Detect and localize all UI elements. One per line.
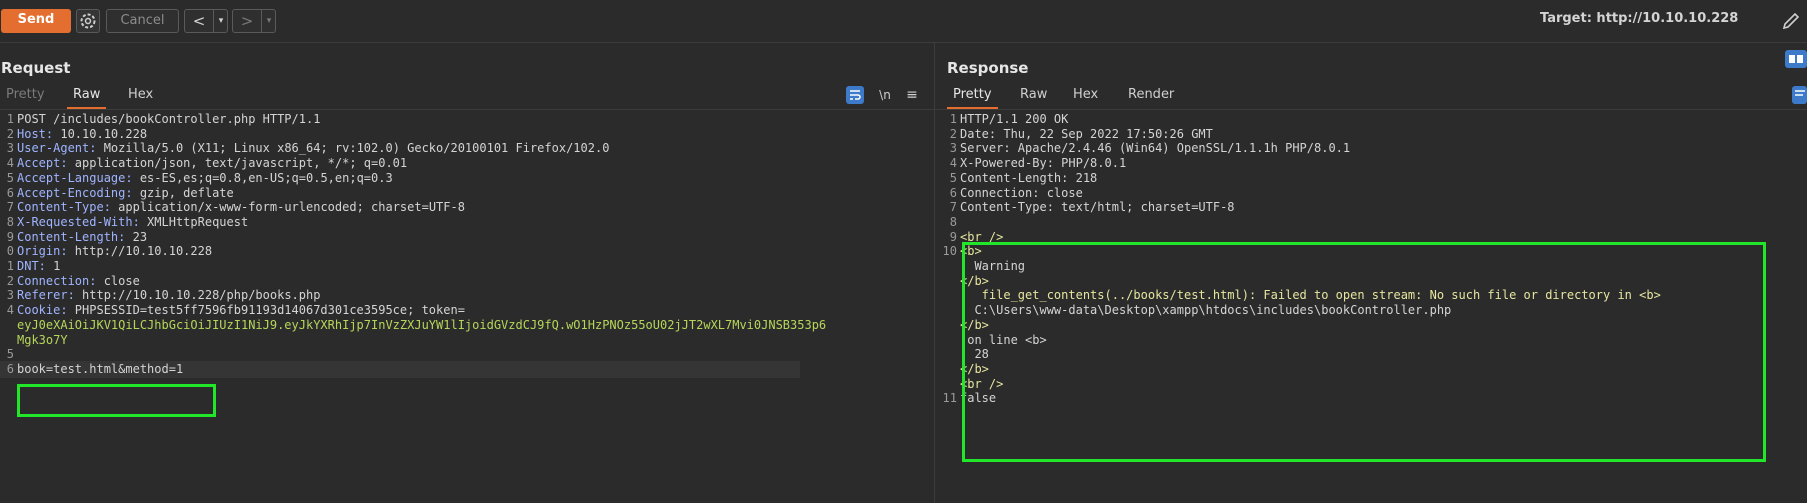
tab-hex[interactable]: Hex: [1067, 83, 1104, 107]
response-highlight-box: [962, 242, 1766, 462]
request-tabs: Pretty Raw Hex: [0, 83, 934, 110]
cancel-button[interactable]: Cancel: [106, 9, 179, 33]
request-title: Request: [1, 59, 71, 77]
back-history-dropdown[interactable]: ▾: [213, 10, 228, 32]
line-value: PHPSESSID=test5ff7596fb91193d14067d301ce…: [74, 303, 465, 318]
header-name: Host:: [17, 126, 61, 141]
back-nav-group: < ▾: [184, 9, 228, 33]
code-line: 6 book=test.html&method=1: [0, 360, 800, 378]
forward-history-dropdown[interactable]: ▾: [261, 10, 276, 32]
line-number: 11: [942, 391, 957, 406]
line-value: XMLHttpRequest: [147, 214, 249, 229]
layout-toggle-button[interactable]: [1785, 50, 1807, 68]
gear-icon: [80, 13, 96, 29]
header-name: User-Agent:: [17, 141, 104, 156]
header-name: Connection:: [17, 273, 104, 288]
header-name: Accept:: [17, 156, 75, 171]
line-value: http://10.10.10.228/php/books.php: [82, 288, 321, 303]
word-wrap-icon: [850, 90, 861, 100]
columns-icon: [1789, 55, 1803, 63]
toolbar: Send Cancel < ▾ > ▾ Target: http://10.10…: [0, 0, 1807, 43]
edit-target-button[interactable]: [1780, 10, 1802, 32]
wrap-toggle-button[interactable]: [846, 86, 864, 104]
response-tabs: Pretty Raw Hex Render: [935, 83, 1807, 110]
header-name: X-Requested-With:: [17, 214, 148, 229]
line-number: 6: [6, 361, 14, 376]
response-title: Response: [947, 59, 1029, 77]
header-name: Cookie:: [17, 303, 75, 318]
word-wrap-icon: [1795, 90, 1805, 96]
request-pane: Request Pretty Raw Hex \n ≡ 1 POST /inclu…: [0, 43, 935, 503]
pencil-icon: [1782, 12, 1800, 30]
line-value: application/json, text/javascript, */*; …: [74, 156, 408, 171]
header-name: DNT:: [17, 259, 54, 273]
line-value: POST /includes/bookController.php HTTP/1…: [17, 112, 321, 126]
header-name: Referer:: [17, 288, 83, 303]
tab-hex[interactable]: Hex: [122, 83, 159, 107]
line-value: gzip, deflate: [139, 185, 234, 200]
tab-pretty[interactable]: Pretty: [0, 83, 51, 107]
forward-button[interactable]: >: [233, 10, 261, 32]
request-highlight-box: [17, 384, 216, 417]
header-name: Content-Type:: [17, 200, 119, 215]
header-name: Origin:: [17, 244, 75, 259]
header-name: Content-Length:: [17, 229, 133, 244]
line-value: Mozilla/5.0 (X11; Linux x86_64; rv:102.0…: [103, 141, 610, 156]
forward-nav-group: > ▾: [232, 9, 276, 33]
back-button[interactable]: <: [185, 10, 213, 32]
header-name: Accept-Language:: [17, 170, 140, 185]
line-value: 1: [53, 259, 61, 273]
line-value: Mgk3o7Y: [17, 332, 68, 347]
send-button[interactable]: Send: [1, 9, 71, 33]
line-value: 10.10.10.228: [60, 126, 148, 141]
response-wrap-toggle-button[interactable]: [1792, 86, 1807, 104]
line-value: es-ES,es;q=0.8,en-US;q=0.5,en;q=0.3: [139, 170, 393, 185]
line-value: http://10.10.10.228: [74, 244, 213, 259]
line-value: book=test.html&method=1: [17, 361, 184, 376]
target-label: Target: http://10.10.10.228: [1540, 11, 1739, 26]
menu-button[interactable]: ≡: [903, 86, 921, 104]
settings-gear-button[interactable]: [76, 9, 100, 33]
header-name: Accept-Encoding:: [17, 185, 140, 200]
line-text: Content-Type: text/html; charset=UTF-8: [960, 200, 1235, 215]
line-value: 23: [132, 229, 148, 244]
tab-raw[interactable]: Raw: [1014, 83, 1053, 107]
line-value: eyJ0eXAiOiJKV1QiLCJhbGciOiJIUzI1NiJ9.eyJ…: [17, 317, 827, 332]
tab-pretty[interactable]: Pretty: [947, 83, 998, 109]
line-text: book=test.html&method=1: [17, 361, 183, 378]
tab-render[interactable]: Render: [1122, 83, 1180, 107]
show-newlines-button[interactable]: \n: [876, 86, 894, 104]
line-value: application/x-www-form-urlencoded; chars…: [118, 200, 465, 215]
line-number: 10: [942, 244, 957, 259]
line-value: close: [103, 273, 140, 288]
tab-raw[interactable]: Raw: [67, 83, 107, 109]
response-pane: Response Pretty Raw Hex Render 1 HTTP/1.1…: [935, 43, 1807, 503]
